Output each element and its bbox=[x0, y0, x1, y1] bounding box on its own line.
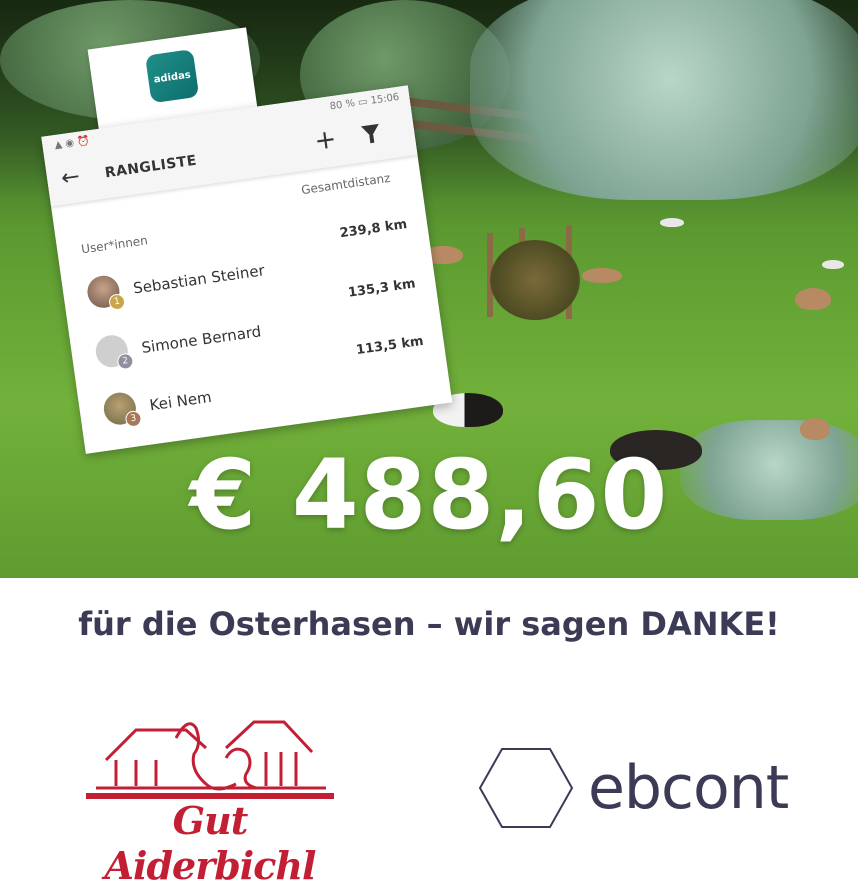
shrub bbox=[490, 240, 580, 320]
distance-column-header: Gesamtdistanz bbox=[300, 170, 392, 198]
ebcont-wordmark: ebcont bbox=[588, 753, 789, 823]
plus-icon[interactable]: + bbox=[313, 124, 339, 157]
clock: 15:06 bbox=[369, 91, 401, 107]
gut-aiderbichl-logo: Gut Aiderbichl bbox=[76, 708, 344, 888]
phone-screen: ▲ ◉ ⏰ 80 % ▭ 15:06 ← RANGLISTE + Gesamtd… bbox=[41, 85, 453, 454]
rabbit bbox=[660, 218, 684, 227]
adidas-app-icon: adidas bbox=[145, 49, 200, 104]
users-column-header: User*innen bbox=[80, 233, 149, 257]
rabbit bbox=[582, 268, 622, 283]
rabbit bbox=[800, 418, 830, 440]
rabbit bbox=[822, 260, 844, 269]
thank-you-message: für die Osterhasen – wir sagen DANKE! bbox=[78, 605, 780, 643]
farm-animals-icon bbox=[86, 720, 334, 799]
filter-icon[interactable] bbox=[360, 123, 381, 139]
rank-badge: 1 bbox=[107, 292, 127, 312]
page-title: RANGLISTE bbox=[103, 152, 198, 182]
user-name: Kei Nem bbox=[148, 387, 213, 415]
arrow-left-icon[interactable]: ← bbox=[60, 164, 82, 191]
adidas-badge-text: adidas bbox=[153, 69, 192, 86]
status-icons: ▲ ◉ ⏰ bbox=[53, 135, 91, 152]
rabbit bbox=[795, 288, 831, 310]
gut-aiderbichl-wordmark: Gut Aiderbichl bbox=[104, 798, 317, 888]
user-name: Simone Bernard bbox=[140, 322, 263, 357]
rank-badge: 3 bbox=[124, 409, 143, 428]
spruce-branches bbox=[470, 0, 858, 200]
app-screenshot-card: adidas RUNNING ▲ ◉ ⏰ 80 % ▭ 15:06 ← RANG… bbox=[26, 0, 453, 454]
battery-level: 80 % bbox=[329, 97, 356, 113]
rank-badge: 2 bbox=[116, 352, 135, 371]
ebcont-logo: ebcont bbox=[478, 745, 798, 835]
hexagon-icon bbox=[478, 748, 574, 828]
donation-amount: € 488,60 bbox=[189, 439, 669, 551]
